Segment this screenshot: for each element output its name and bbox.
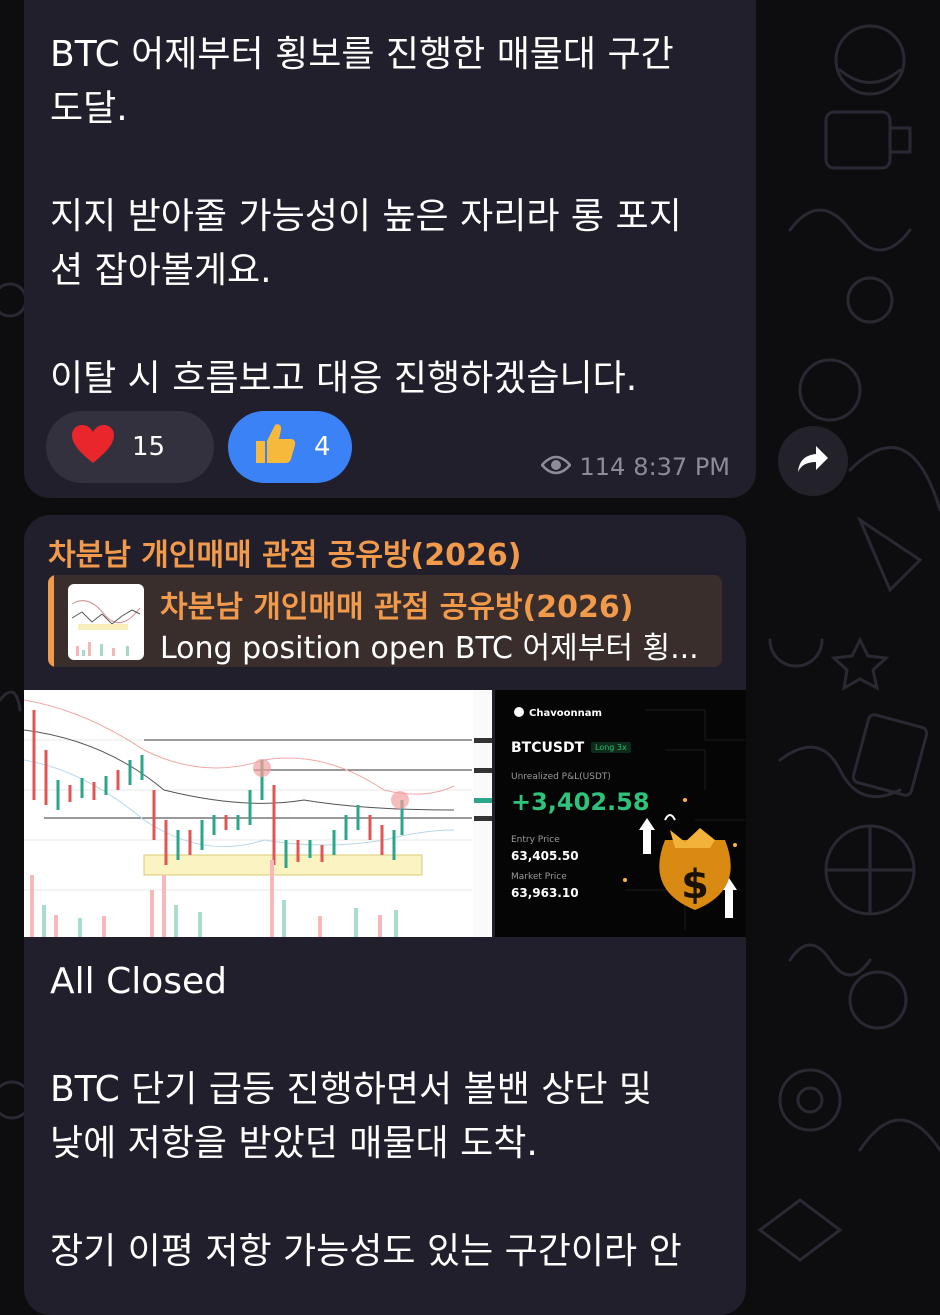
- reaction-thumbs-up[interactable]: 4: [228, 411, 352, 483]
- heart-icon: [70, 423, 116, 472]
- reply-snippet: Long position open BTC 어제부터 횡...: [160, 631, 699, 666]
- share-button[interactable]: [778, 426, 848, 496]
- view-count: 114: [579, 453, 626, 481]
- card-pnl-label: Unrealized P&L(USDT): [511, 772, 611, 782]
- reply-quote[interactable]: 차분남 개인매매 관점 공유방(2026) Long position open…: [48, 575, 722, 667]
- card-leverage: Long 3x: [591, 742, 631, 753]
- thumbs-up-icon: [252, 421, 298, 474]
- card-entry-label: Entry Price: [511, 835, 560, 845]
- message-meta: 114 8:37 PM: [540, 453, 730, 481]
- pnl-card-image[interactable]: $ Chavoonnam BTCUSDT Long 3x Unrealized …: [495, 690, 746, 937]
- message-text: All Closed BTC 단기 급등 진행하면서 볼밴 상단 및 낮에 저항…: [50, 961, 682, 1272]
- chart-screenshot-image[interactable]: [24, 690, 492, 937]
- reaction-count: 15: [132, 432, 166, 462]
- message-text: BTC 어제부터 횡보를 진행한 매물대 구간 도달. 지지 받아줄 가능성이 …: [50, 34, 682, 399]
- card-entry-price: 63,405.50: [511, 849, 579, 863]
- card-pnl: +3,402.58: [511, 788, 650, 816]
- reply-title: 차분남 개인매매 관점 공유방(2026): [160, 590, 634, 625]
- reaction-heart[interactable]: 15: [46, 411, 214, 483]
- reaction-count: 4: [314, 432, 331, 462]
- message-bubble[interactable]: 차분남 개인매매 관점 공유방(2026) 차분남 개인매매 관점 공유방(20…: [24, 515, 746, 1315]
- message-bubble[interactable]: BTC 어제부터 횡보를 진행한 매물대 구간 도달. 지지 받아줄 가능성이 …: [24, 0, 756, 498]
- message-time: 8:37 PM: [633, 453, 730, 481]
- svg-text:$: $: [681, 862, 709, 908]
- card-symbol: BTCUSDT: [511, 740, 585, 756]
- channel-name[interactable]: 차분남 개인매매 관점 공유방(2026): [48, 530, 521, 574]
- reply-accent-bar: [48, 575, 54, 667]
- card-market-price: 63,963.10: [511, 886, 579, 900]
- reactions-row: 15 4: [46, 411, 352, 483]
- share-arrow-icon: [796, 444, 830, 478]
- card-brand: Chavoonnam: [529, 708, 602, 719]
- reply-thumbnail: [68, 584, 144, 660]
- eye-icon: [540, 453, 573, 481]
- card-market-label: Market Price: [511, 872, 567, 882]
